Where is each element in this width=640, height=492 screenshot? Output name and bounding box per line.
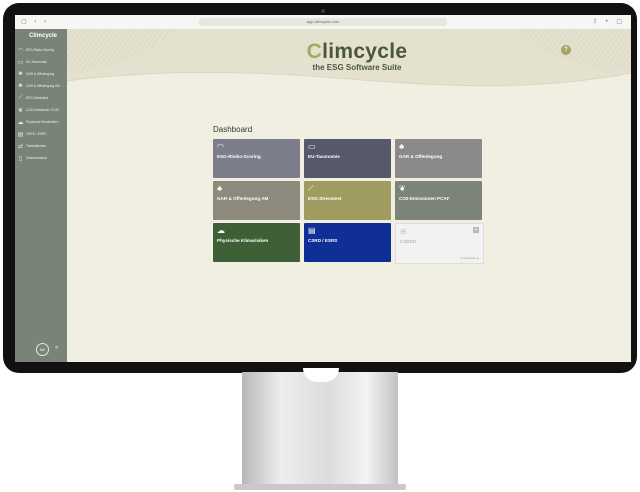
climcycle-logo[interactable]: Climcycle the ESG Software Suite (289, 41, 425, 73)
book-icon: ▭ (308, 142, 316, 151)
gauge-icon: ◠ (17, 47, 24, 54)
browser-nav-icons[interactable]: ▢ ‹ › (21, 18, 49, 25)
sidebar-item-eu-taxonomie[interactable]: ▭ EU-Taxonomie (17, 57, 65, 67)
sidebar-item-gar-offenlegung-am[interactable]: ♣ GAR & Offenlegung AM (17, 81, 65, 91)
tile-eu-taxonomie[interactable]: ▭ EU-Taxonomie (304, 139, 391, 178)
tile-label: EU-Taxonomie (308, 154, 340, 159)
logo-wordmark: limcycle (322, 40, 408, 63)
sidebar-item-label: Transaktionen (26, 144, 47, 148)
collapse-sidebar-button[interactable]: « (55, 345, 58, 351)
tile-label: GAR & Offenlegung (399, 154, 443, 159)
cloud-hazard-icon: ☁ (217, 226, 225, 235)
sidebar-item-gar-offenlegung[interactable]: ♣ GAR & Offenlegung (17, 69, 65, 79)
plant-icon: ♣ (18, 83, 23, 89)
browser-action-icons[interactable]: ⇪ + ▢ (592, 18, 625, 25)
sidebar-item-label: Physische Klimarisiken (26, 120, 59, 124)
sidebar-item-label: GAR & Offenlegung (26, 72, 55, 76)
tile-label: ESG-Risiko-Scoring (217, 154, 261, 159)
help-button[interactable]: ? (561, 45, 571, 55)
sidebar-item-label: Dokumentation (26, 156, 48, 160)
tile-status-note: In Vorbereitung (460, 256, 479, 260)
monitor-frame: ▢ ‹ › app.climcycle.com ⇪ + ▢ Climcycle … (3, 3, 637, 373)
document-icon: ▤ (17, 131, 24, 138)
sidebar-item-label: ESG-Stresstest (26, 96, 48, 100)
tile-co2-emissionen[interactable]: ❦ CO2-Emissionen PCAF (395, 181, 482, 220)
cloud-hazard-icon: ☁ (17, 119, 24, 126)
tile-csddd[interactable]: ⊖ CSDDD + In Vorbereitung (395, 223, 484, 264)
file-icon: ▯ (18, 155, 23, 162)
sidebar-item-label: GAR & Offenlegung AM (26, 84, 60, 88)
plant-icon: ♣ (217, 184, 223, 193)
footprint-icon: ❦ (399, 184, 406, 193)
chart-line-icon: ⟋ (18, 94, 23, 101)
camera-dot (321, 9, 325, 13)
logo-subtitle: the ESG Software Suite (312, 63, 402, 72)
sidebar-item-label: CSRD / ESRS (26, 132, 47, 136)
tile-physische-klimarisiken[interactable]: ☁ Physische Klimarisiken (213, 223, 300, 262)
tile-esg-risiko-scoring[interactable]: ◠ ESG-Risiko-Scoring (213, 139, 300, 178)
sidebar-item-dokumentation[interactable]: ▯ Dokumentation (17, 153, 65, 163)
tile-esg-stresstest[interactable]: ⟋ ESG-Stresstest (304, 181, 391, 220)
sidebar: Climcycle ◠ ESG-Risiko-Scoring ▭ EU-Taxo… (15, 29, 67, 362)
sidebar-item-transaktionen[interactable]: ⇄ Transaktionen (17, 141, 65, 151)
tile-label: CSDDD (400, 239, 417, 244)
sidebar-item-co2-emissionen[interactable]: ❦ CO2-Emissionen PCAF (17, 105, 65, 115)
tile-label: Physische Klimarisiken (217, 238, 269, 243)
tile-label: ESG-Stresstest (308, 196, 342, 201)
address-bar[interactable]: app.climcycle.com (199, 18, 447, 26)
plant-icon: ♣ (399, 142, 405, 151)
sidebar-item-physische-klimarisiken[interactable]: ☁ Physische Klimarisiken (17, 117, 65, 127)
address-bar-url: app.climcycle.com (306, 19, 340, 24)
dashboard-title: Dashboard (213, 125, 253, 134)
sidebar-item-esg-risiko-scoring[interactable]: ◠ ESG-Risiko-Scoring (17, 45, 65, 55)
monitor-stand (242, 372, 398, 484)
header-banner: Climcycle the ESG Software Suite ? (67, 29, 631, 95)
tile-label: CSRD / ESRS (308, 238, 338, 243)
tile-gar-offenlegung[interactable]: ♣ GAR & Offenlegung (395, 139, 482, 178)
transactions-icon: ⇄ (17, 143, 24, 150)
chart-line-icon: ⟋ (308, 184, 314, 193)
user-avatar[interactable]: IW (36, 343, 49, 356)
monitor-stand-base (234, 484, 406, 490)
plant-icon: ♣ (18, 71, 23, 77)
sidebar-item-label: EU-Taxonomie (26, 60, 47, 64)
footprint-icon: ❦ (17, 107, 24, 114)
sidebar-item-label: CO2-Emissionen PCAF (26, 108, 60, 112)
tile-gar-offenlegung-am[interactable]: ♣ GAR & Offenlegung AM (213, 181, 300, 220)
document-icon: ▤ (308, 226, 316, 235)
add-icon[interactable]: + (473, 227, 479, 233)
logo-c-mark: C (306, 40, 323, 63)
tile-label: GAR & Offenlegung AM (217, 196, 269, 201)
app-screen: ▢ ‹ › app.climcycle.com ⇪ + ▢ Climcycle … (15, 15, 631, 362)
lock-icon: ⊖ (400, 227, 407, 236)
sidebar-item-csrd-esrs[interactable]: ▤ CSRD / ESRS (17, 129, 65, 139)
tile-csrd-esrs[interactable]: ▤ CSRD / ESRS (304, 223, 391, 262)
browser-toolbar: ▢ ‹ › app.climcycle.com ⇪ + ▢ (15, 15, 631, 30)
sidebar-item-label: ESG-Risiko-Scoring (26, 48, 55, 52)
sidebar-brand[interactable]: Climcycle (29, 33, 57, 39)
book-icon: ▭ (17, 59, 24, 66)
gauge-icon: ◠ (217, 142, 224, 151)
sidebar-item-esg-stresstest[interactable]: ⟋ ESG-Stresstest (17, 93, 65, 103)
tile-label: CO2-Emissionen PCAF (399, 196, 450, 201)
